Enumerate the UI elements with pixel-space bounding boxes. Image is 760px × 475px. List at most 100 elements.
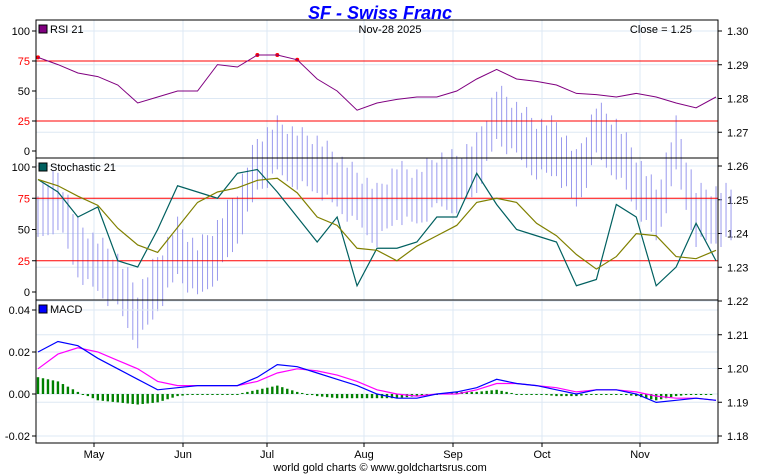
macd-histogram-bar <box>505 391 508 394</box>
macd-histogram-bar <box>540 394 543 395</box>
macd-histogram-bar <box>66 386 70 394</box>
macd-histogram-bar <box>555 394 558 397</box>
macd-histogram-bar <box>495 389 498 394</box>
macd-histogram-bar <box>535 394 538 395</box>
footer-credit: world gold charts © www.goldchartsrus.co… <box>273 462 487 474</box>
price-tick-label: 1.18 <box>727 431 748 443</box>
macd-histogram-bar <box>345 394 349 399</box>
macd-histogram-bar <box>111 394 114 402</box>
macd-histogram-bar <box>679 394 683 396</box>
macd-histogram-bar <box>251 390 254 394</box>
macd-histogram-bar <box>131 394 134 404</box>
month-label: May <box>84 449 105 461</box>
macd-histogram-bar <box>360 394 364 399</box>
macd-histogram-bar <box>126 394 129 404</box>
macd-histogram-bar <box>216 394 219 395</box>
macd-histogram-bar <box>241 392 244 394</box>
month-label: Jun <box>174 449 192 461</box>
macd-histogram-bar <box>580 394 583 396</box>
macd-histogram-bar <box>340 394 344 399</box>
macd-histogram-bar <box>71 389 75 394</box>
macd-histogram-bar <box>605 394 608 395</box>
stochastic-legend-swatch <box>38 162 48 172</box>
macd-legend-label: MACD <box>50 304 82 316</box>
month-label: Oct <box>533 449 550 461</box>
macd-histogram-bar <box>610 394 613 395</box>
macd-histogram-bar <box>281 387 284 394</box>
price-tick-label: 1.26 <box>727 161 748 173</box>
macd-histogram-bar <box>595 394 598 395</box>
macd-histogram-bar <box>520 394 523 395</box>
macd-line <box>37 340 717 404</box>
macd-histogram-bar <box>296 391 299 394</box>
macd-histogram-bar <box>545 394 548 396</box>
macd-histogram-bar <box>76 391 80 394</box>
macd-histogram-bar <box>470 391 473 394</box>
macd-histogram-bar <box>500 390 503 394</box>
chart-svg: 1.30 1.29 1.28 1.27 1.26 1.25 1.24 1.23 1.22 1.21… <box>5 19 748 461</box>
stochastic-tick-label: 50 <box>18 225 30 237</box>
macd-histogram-bar <box>291 390 294 394</box>
macd-histogram-bar <box>301 392 304 394</box>
macd-histogram-bar <box>36 377 40 394</box>
stochastic-tick-label: 0 <box>24 287 30 299</box>
macd-histogram-bar <box>136 394 139 405</box>
rsi-tick-label: 0 <box>24 146 30 158</box>
macd-histogram-bar <box>570 394 573 397</box>
macd-histogram-bar <box>191 394 194 395</box>
macd-histogram-bar <box>654 394 658 401</box>
macd-histogram-bar <box>171 394 174 398</box>
macd-histogram-bar <box>141 394 144 404</box>
macd-histogram-bar <box>365 394 369 399</box>
macd-histogram-bar <box>330 394 334 398</box>
macd-histogram-bar <box>475 391 478 394</box>
macd-histogram-bar <box>261 388 264 394</box>
macd-histogram-bar <box>56 381 60 394</box>
macd-histogram-bar <box>530 394 533 395</box>
macd-histogram-bar <box>694 394 698 395</box>
macd-histogram-bar <box>196 394 199 395</box>
macd-histogram-bar <box>121 394 124 403</box>
price-tick-label: 1.27 <box>727 127 748 139</box>
macd-histogram-bar <box>490 390 493 394</box>
macd-histogram-bar <box>485 390 488 394</box>
macd-histogram-bar <box>106 394 109 402</box>
macd-histogram-bar <box>151 394 154 403</box>
price-tick-label: 1.30 <box>727 26 748 38</box>
month-label: Aug <box>354 449 374 461</box>
rsi-legend-swatch <box>38 24 48 34</box>
macd-histogram-bar <box>161 394 164 401</box>
macd-histogram-bar <box>286 388 289 394</box>
month-label: Jul <box>260 449 274 461</box>
price-tick-label: 1.21 <box>727 330 748 342</box>
macd-histogram-bar <box>630 394 633 396</box>
stochastic-tick-label: 75 <box>18 193 30 205</box>
macd-histogram-bar <box>525 394 528 395</box>
macd-histogram-bar <box>600 394 603 395</box>
stochastic-tick-label: 100 <box>12 162 30 174</box>
price-tick-label: 1.25 <box>727 195 748 207</box>
macd-histogram-bar <box>186 394 189 396</box>
macd-signal-line <box>37 347 717 401</box>
macd-histogram-bar <box>510 392 513 394</box>
macd-histogram-bar <box>350 394 354 399</box>
macd-histogram-bar <box>116 394 119 403</box>
macd-histogram-bar <box>550 394 553 396</box>
macd-histogram-bar <box>236 394 239 395</box>
macd-histogram-bar <box>590 394 593 395</box>
rsi-tick-label: 75 <box>18 56 30 68</box>
macd-histogram-bar <box>86 394 90 397</box>
macd-histogram-bar <box>585 394 588 396</box>
macd-histogram-bar <box>206 394 209 395</box>
price-tick-label: 1.22 <box>727 296 748 308</box>
macd-tick-label: -0.02 <box>5 431 30 443</box>
price-tick-label: 1.29 <box>727 60 748 72</box>
macd-histogram-bar <box>221 394 224 395</box>
macd-histogram-bar <box>61 384 65 394</box>
macd-histogram-bar <box>335 394 339 399</box>
macd-histogram-bar <box>96 394 100 401</box>
macd-histogram-bar <box>355 394 359 399</box>
macd-histogram-bar <box>320 394 324 397</box>
macd-tick-label: 0.00 <box>9 389 30 401</box>
month-label: Nov <box>630 449 650 461</box>
